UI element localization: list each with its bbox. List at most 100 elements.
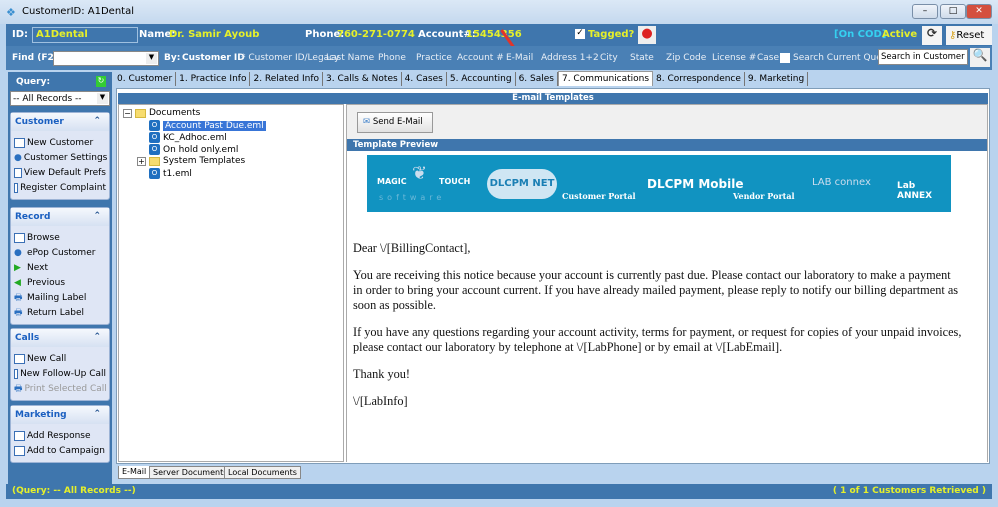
sidebar-item[interactable]: ● ePop Customer (11, 245, 109, 260)
sidebar-item[interactable]: ▶ Next (11, 260, 109, 275)
tab-8[interactable]: 8. Correspondence (653, 72, 745, 86)
search-current-query-checkbox[interactable] (780, 53, 790, 63)
refresh-button[interactable]: ⟳ (922, 26, 942, 45)
customer-header: ID: A1Dental Name: Dr. Samir Ayoub Phone… (6, 24, 992, 46)
banner-text: MAGIC (377, 177, 407, 186)
email-paragraph: If you have any questions regarding your… (353, 325, 962, 354)
template-tree: − Documents O Account Past Due.eml O KC_Adh… (118, 104, 344, 462)
collapse-icon[interactable]: ⌃ (93, 211, 101, 221)
tab-local-documents[interactable]: Local Documents (224, 466, 301, 479)
main-tabs: 0. Customer 1. Practice Info 2. Related In… (114, 71, 809, 87)
sidebar-item[interactable]: 🖶 Return Label (11, 305, 109, 320)
find-option[interactable]: City (600, 53, 618, 63)
tab-0[interactable]: 0. Customer (114, 72, 177, 86)
group-title: Record (15, 212, 51, 222)
find-option[interactable]: Zip Code (666, 53, 706, 63)
item-label: Customer Settings (23, 152, 108, 163)
search-input[interactable] (878, 49, 968, 65)
sidebar-item[interactable]: New Follow-Up Call (11, 366, 109, 381)
item-label: New Follow-Up Call (20, 368, 106, 379)
window-title: CustomerID: A1Dental (22, 6, 134, 17)
item-label: Register Complaint (20, 182, 106, 193)
find-option[interactable]: Case (757, 53, 779, 63)
find-option[interactable]: * Customer ID/Legacy (241, 53, 339, 63)
find-input[interactable]: ▼ (53, 51, 159, 66)
sidebar-item[interactable]: Add Response (11, 428, 109, 443)
group-header[interactable]: Customer ⌃ (11, 113, 109, 131)
find-option[interactable]: E-Mail (506, 53, 533, 63)
tree-root[interactable]: − Documents (123, 108, 200, 118)
find-option[interactable]: License # (712, 53, 756, 63)
active-status: Active (882, 29, 918, 40)
sidebar-item[interactable]: Browse (11, 230, 109, 245)
close-button[interactable]: ✕ (966, 4, 992, 19)
reset-button[interactable]: ⚷Reset (946, 26, 992, 45)
tab-5[interactable]: 5. Accounting (447, 72, 516, 86)
id-field[interactable]: A1Dental (32, 27, 138, 43)
by-label: By: (164, 53, 181, 63)
banner-text: software (379, 193, 446, 202)
banner-text: LAB connex (812, 177, 871, 188)
tab-1[interactable]: 1. Practice Info (176, 72, 251, 86)
tree-item[interactable]: O KC_Adhoc.eml (149, 132, 227, 143)
tab-6[interactable]: 6. Sales (516, 72, 558, 86)
minimize-button[interactable]: – (912, 4, 938, 19)
template-preview-pane: ✉ Send E-Mail Template Preview MAGIC ❦ T… (346, 104, 988, 462)
tab-email[interactable]: E-Mail (118, 466, 151, 479)
tab-3[interactable]: 3. Calls & Notes (323, 72, 402, 86)
refresh-query-icon[interactable]: ↻ (96, 76, 106, 87)
tree-item[interactable]: Ot1.eml (149, 168, 192, 179)
tab-server-documents[interactable]: Server Documents (149, 466, 232, 479)
item-label: Previous (27, 277, 66, 288)
find-option[interactable]: Practice (416, 53, 452, 63)
collapse-icon[interactable]: ⌃ (93, 409, 101, 419)
tab-4[interactable]: 4. Cases (402, 72, 447, 86)
item-icon: 🖶 (14, 292, 23, 303)
sidebar-item[interactable]: New Customer (11, 135, 109, 150)
sidebar-item[interactable]: 🖶 Print Selected Call (11, 381, 109, 396)
tagged-label: Tagged? (588, 29, 635, 40)
item-label: Return Label (27, 307, 85, 318)
tree-item[interactable]: + System Templates (137, 156, 245, 166)
find-option[interactable]: Last Name (326, 53, 374, 63)
sidebar-item[interactable]: ● Customer Settings (11, 150, 109, 165)
tab-9[interactable]: 9. Marketing (745, 72, 809, 86)
status-query: (Query: -- All Records --) (12, 486, 136, 496)
item-label: ePop Customer (27, 247, 96, 258)
find-option[interactable]: Phone (378, 53, 406, 63)
group-header[interactable]: Marketing ⌃ (11, 406, 109, 424)
find-option[interactable]: Address 1+2 (541, 53, 599, 63)
maximize-button[interactable]: □ (940, 4, 966, 19)
item-label: New Customer (27, 137, 94, 148)
query-select[interactable]: -- All Records -- ▼ (10, 91, 110, 106)
banner-text: Lab ANNEX (897, 181, 933, 201)
tree-item[interactable]: O Account Past Due.eml (149, 120, 266, 131)
group-header[interactable]: Record ⌃ (11, 208, 109, 226)
item-icon (14, 137, 25, 148)
sidebar-item[interactable]: View Default Prefs (11, 165, 109, 180)
tagged-checkbox[interactable]: ✓ (575, 29, 585, 39)
item-icon: 🖶 (14, 307, 23, 318)
collapse-icon[interactable]: ⌃ (93, 116, 101, 126)
item-icon (14, 368, 19, 379)
tab-7[interactable]: 7. Communications (557, 71, 654, 86)
map-pin-icon[interactable]: ● (638, 26, 656, 44)
sidebar-item[interactable]: ◀ Previous (11, 275, 109, 290)
id-label: ID: (12, 29, 29, 40)
tree-item[interactable]: O On hold only.eml (149, 144, 238, 155)
send-email-button[interactable]: ✉ Send E-Mail (357, 112, 433, 133)
email-text: Dear \/[BillingContact], You are receivi… (353, 241, 963, 421)
tab-2[interactable]: 2. Related Info (250, 72, 323, 86)
search-button[interactable]: 🔍 (970, 48, 990, 67)
phone-value: 760-271-0774 (337, 29, 415, 40)
sidebar-item[interactable]: Register Complaint (11, 180, 109, 195)
find-option[interactable]: State (630, 53, 654, 63)
sidebar-item[interactable]: 🖶 Mailing Label (11, 290, 109, 305)
tree-label: On hold only.eml (163, 144, 239, 155)
item-icon (14, 167, 22, 178)
group-header[interactable]: Calls ⌃ (11, 329, 109, 347)
sidebar-item[interactable]: Add to Campaign (11, 443, 109, 458)
collapse-icon[interactable]: ⌃ (93, 332, 101, 342)
find-option[interactable]: Account # (457, 53, 504, 63)
sidebar-item[interactable]: New Call (11, 351, 109, 366)
